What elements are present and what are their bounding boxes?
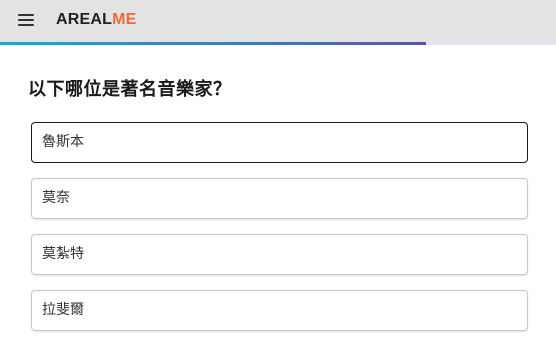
answer-options: 魯斯本 莫奈 莫紮特 拉斐爾 [31, 122, 528, 346]
answer-option-4[interactable]: 拉斐爾 [31, 290, 528, 331]
answer-option-2[interactable]: 莫奈 [31, 178, 528, 219]
answer-option-1[interactable]: 魯斯本 [31, 122, 528, 163]
hamburger-menu-icon[interactable] [10, 6, 40, 34]
logo-text-primary: AREAL [56, 11, 113, 28]
app-header: AREALME [0, 0, 556, 42]
quiz-progress-fill [0, 42, 426, 45]
logo-text-accent: ME [112, 11, 137, 28]
question-text: 以下哪位是著名音樂家？ [28, 79, 232, 100]
answer-option-3[interactable]: 莫紮特 [31, 234, 528, 275]
menu-line-middle [18, 19, 34, 21]
menu-line-bottom [18, 24, 34, 26]
quiz-progress-bar [0, 42, 556, 45]
menu-line-top [18, 14, 34, 16]
brand-logo[interactable]: AREALME [56, 10, 137, 30]
